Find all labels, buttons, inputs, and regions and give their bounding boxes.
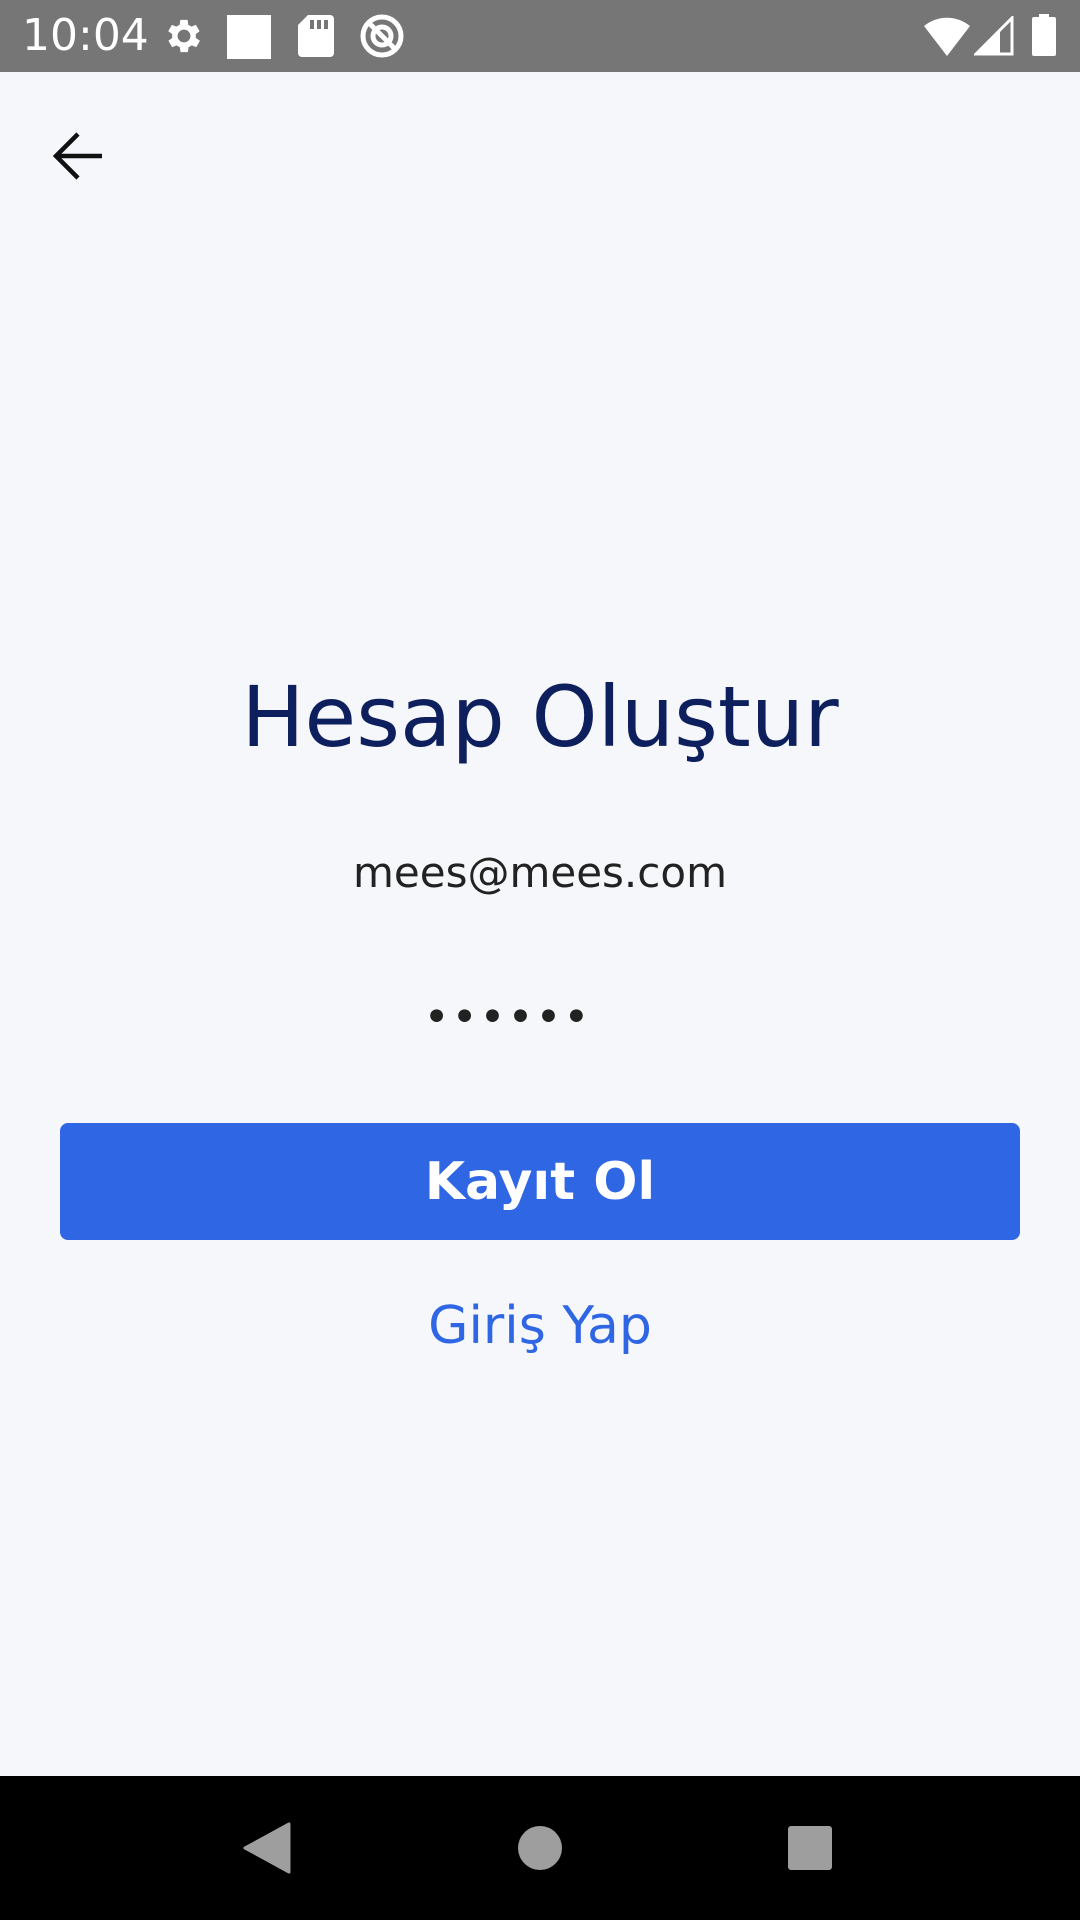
password-field[interactable]: ••••••	[0, 990, 1015, 1046]
status-time: 10:04	[22, 10, 149, 61]
register-button[interactable]: Kayıt Ol	[60, 1123, 1020, 1240]
sd-card-icon	[298, 15, 334, 62]
nav-back-button[interactable]	[226, 1808, 306, 1888]
white-square-icon	[226, 14, 272, 65]
data-saver-icon	[358, 12, 406, 65]
login-link[interactable]: Giriş Yap	[0, 1293, 1080, 1359]
nav-home-button[interactable]	[500, 1808, 580, 1888]
page-title: Hesap Oluştur	[241, 668, 839, 766]
back-button[interactable]	[38, 116, 118, 196]
sign-up-screen: 10:04 Hesap Oluştur mees@mees.com ••••••…	[0, 0, 1080, 1920]
arrow-back-icon	[52, 132, 102, 180]
recents-square-icon	[788, 1826, 832, 1870]
email-field[interactable]: mees@mees.com	[0, 846, 1080, 900]
system-nav-bar	[0, 1776, 1080, 1920]
cellular-signal-icon	[972, 14, 1014, 61]
back-triangle-icon	[243, 1822, 291, 1874]
nav-recents-button[interactable]	[770, 1808, 850, 1888]
settings-gear-icon	[162, 14, 206, 63]
home-circle-icon	[518, 1826, 562, 1870]
register-button-label: Kayıt Ol	[424, 1151, 656, 1212]
wifi-icon	[924, 16, 970, 61]
battery-icon	[1032, 14, 1056, 61]
status-bar: 10:04	[0, 0, 1080, 72]
